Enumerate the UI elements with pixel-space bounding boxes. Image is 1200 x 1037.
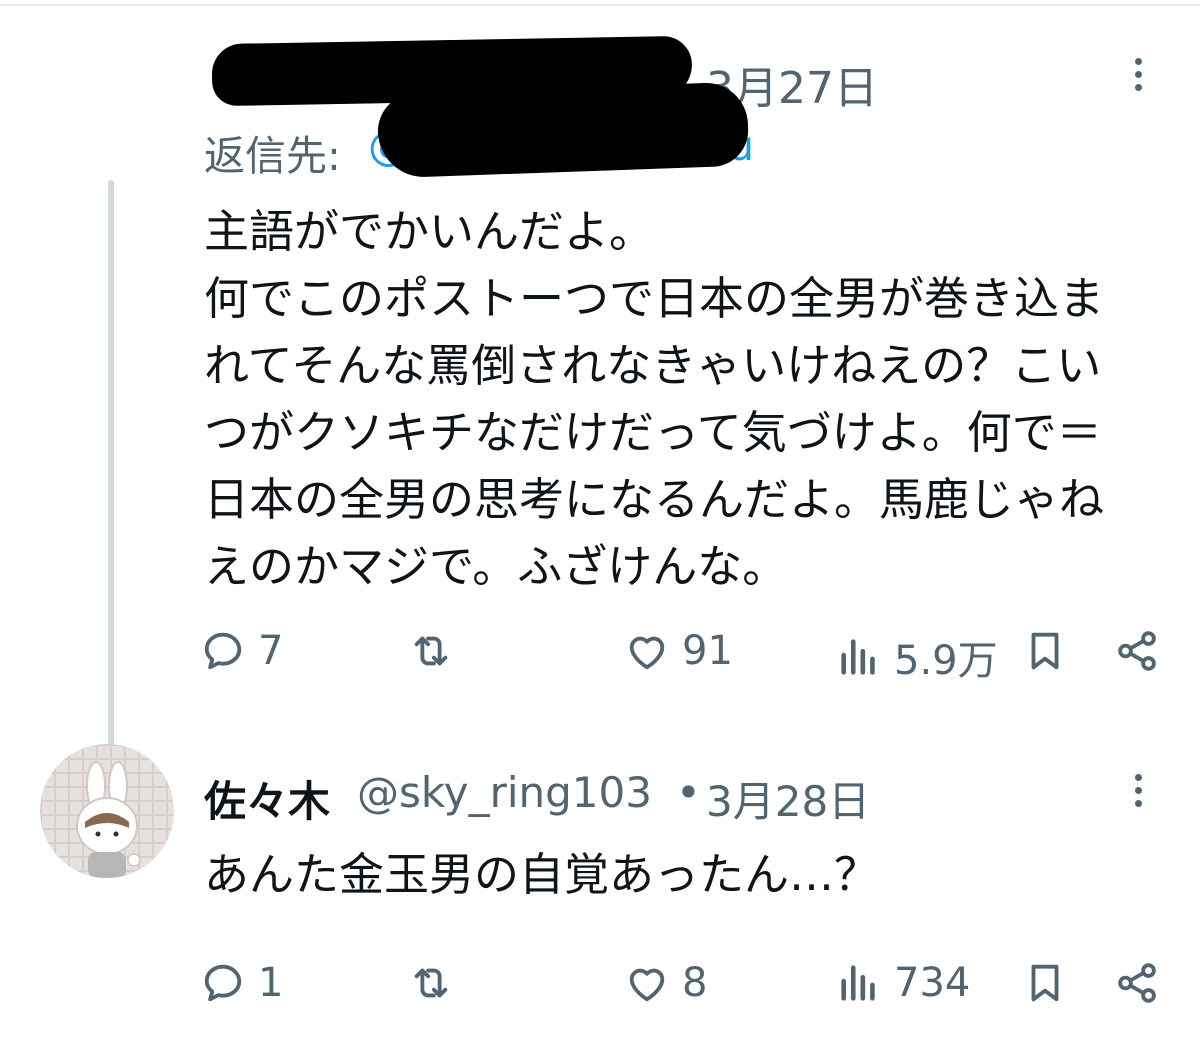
top-divider: [0, 4, 1200, 6]
views-icon: [841, 639, 875, 675]
tweet-1-actions: 7 91 5.9万: [200, 628, 1170, 688]
views-count: 5.9万: [894, 638, 998, 684]
share-icon: [1118, 631, 1156, 671]
like-count: 8: [682, 960, 708, 1006]
repost-button[interactable]: [408, 628, 466, 674]
tweet-2-actions: 1 8 734: [200, 960, 1170, 1020]
like-button[interactable]: 8: [624, 960, 707, 1006]
more-icon[interactable]: [1132, 774, 1144, 807]
redacted-reply-handle: [376, 81, 750, 179]
reply-to-label: 返信先:: [204, 132, 341, 180]
author-handle[interactable]: @sky_ring103: [357, 768, 652, 817]
reply-button[interactable]: 7: [200, 628, 283, 674]
bookmark-button[interactable]: [1022, 960, 1068, 1006]
reply-icon: [204, 964, 242, 1002]
views-button[interactable]: 5.9万: [836, 628, 998, 686]
tweet-2-date[interactable]: 3月28日: [706, 768, 870, 829]
more-icon[interactable]: [1132, 58, 1144, 91]
like-count: 91: [682, 628, 733, 674]
views-button[interactable]: 734: [836, 960, 970, 1006]
like-button[interactable]: 91: [624, 628, 733, 674]
avatar[interactable]: [40, 744, 174, 878]
avatar-illustration: [76, 761, 141, 878]
share-button[interactable]: [1114, 960, 1160, 1006]
bookmark-icon: [1031, 632, 1059, 670]
thread-connector-line: [108, 180, 114, 750]
repost-icon: [414, 968, 448, 998]
reply-count: 7: [258, 628, 284, 674]
like-icon: [629, 968, 665, 1002]
author-name[interactable]: 佐々木: [204, 768, 330, 829]
reply-count: 1: [258, 960, 284, 1006]
share-button[interactable]: [1114, 628, 1160, 674]
views-icon: [841, 965, 875, 1001]
reply-button[interactable]: 1: [200, 960, 283, 1006]
bookmark-button[interactable]: [1022, 628, 1068, 674]
repost-button[interactable]: [408, 960, 466, 1006]
like-icon: [629, 636, 665, 670]
repost-icon: [414, 636, 448, 666]
tweet-2-text: あんた金玉男の自覚あったん…？: [204, 848, 880, 901]
meta-separator: •: [676, 768, 701, 817]
tweet-1-text: 主語がでかいんだよ。 何でこのポストーつで日本の全男が巻き込ま れてそんな罵倒さ…: [204, 205, 1105, 593]
bookmark-icon: [1031, 964, 1059, 1002]
reply-icon: [204, 632, 242, 670]
share-icon: [1118, 963, 1156, 1003]
views-count: 734: [894, 960, 971, 1006]
